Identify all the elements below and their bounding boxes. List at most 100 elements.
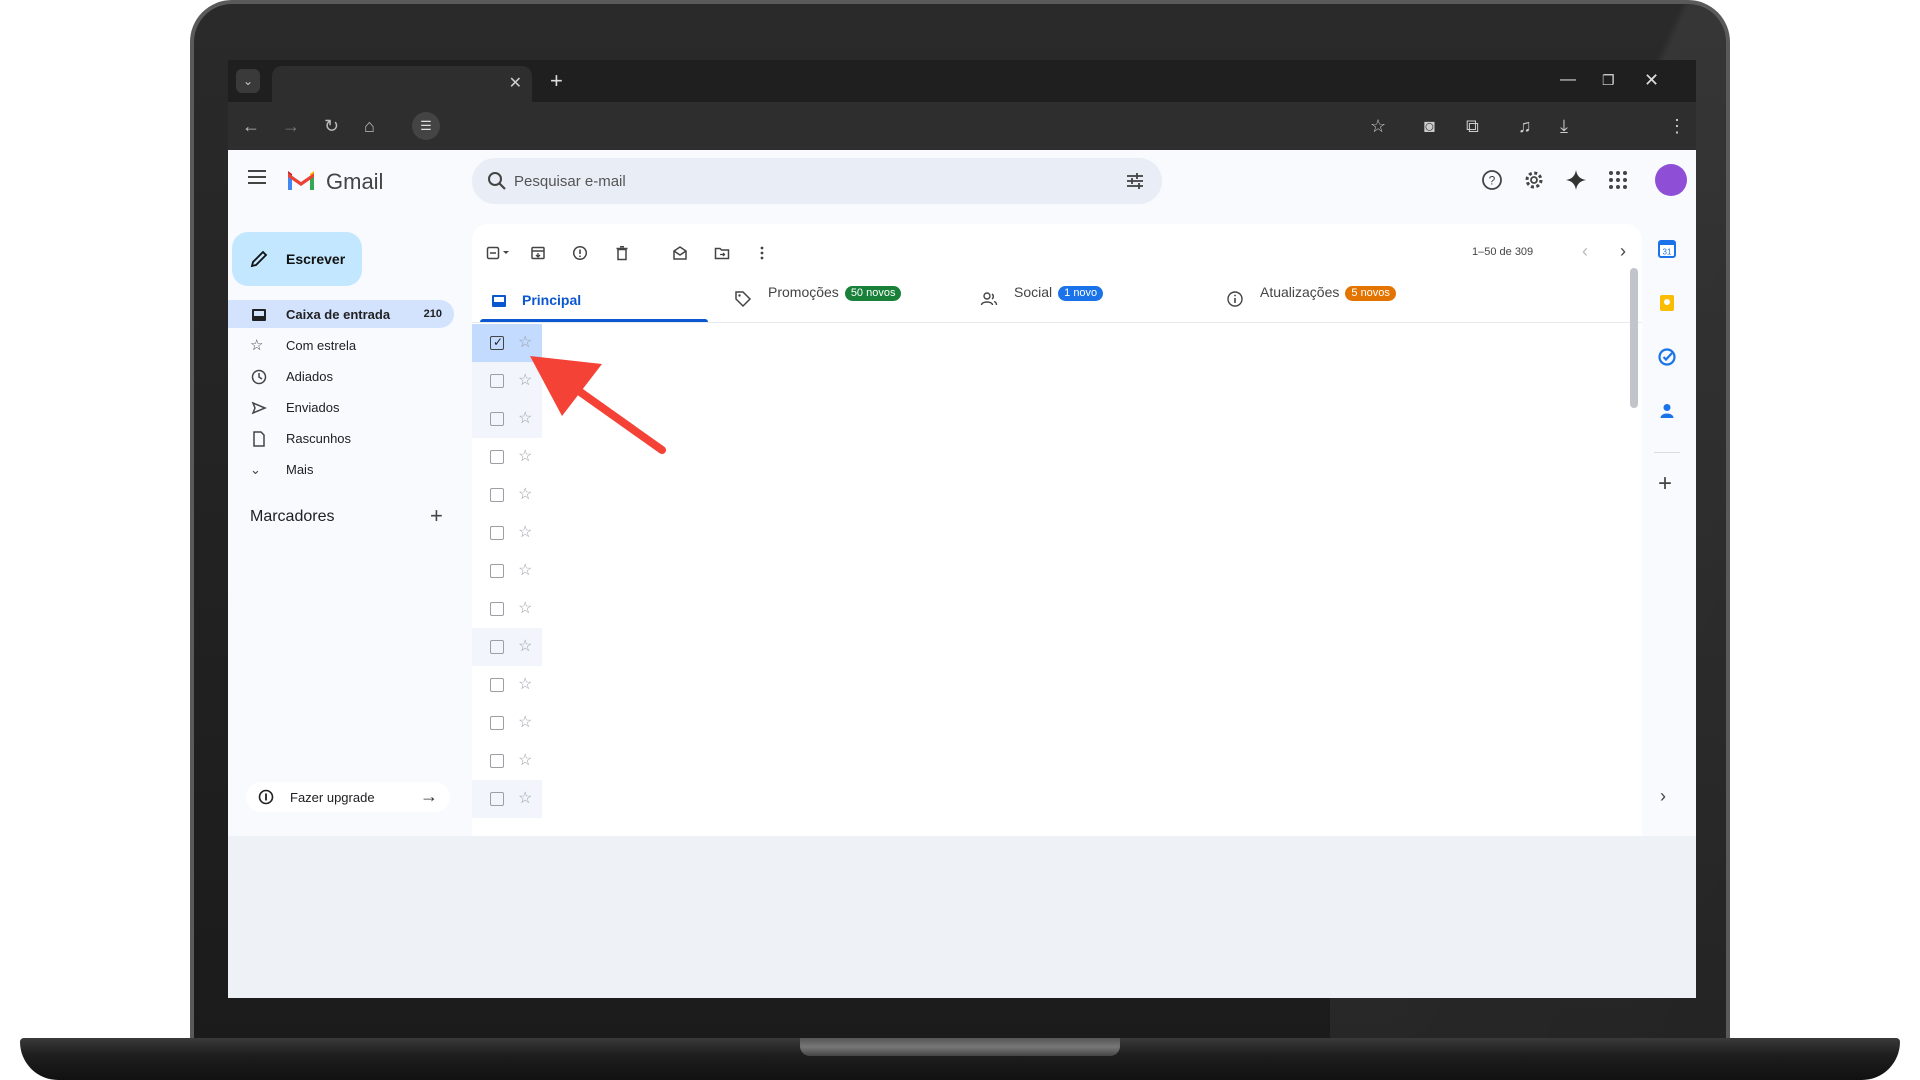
star-icon[interactable]: ☆: [518, 790, 532, 808]
row-checkbox[interactable]: [490, 374, 504, 388]
sidebar-item-snoozed[interactable]: Adiados: [228, 362, 454, 390]
home-icon[interactable]: ⌂: [364, 116, 375, 136]
settings-gear-icon[interactable]: [1522, 168, 1546, 192]
sidebar-item-drafts[interactable]: Rascunhos: [228, 424, 454, 452]
new-tab-icon[interactable]: +: [550, 69, 563, 93]
get-addons-icon[interactable]: +: [1658, 472, 1672, 496]
star-icon[interactable]: ☆: [518, 714, 532, 732]
row-checkbox[interactable]: [490, 450, 504, 464]
sidebar-item-starred[interactable]: ☆ Com estrela: [228, 331, 454, 359]
archive-icon[interactable]: [530, 245, 546, 261]
tab-atualizacoes[interactable]: Atualizações 5 novos: [1214, 270, 1474, 322]
tag-icon: [735, 291, 752, 308]
star-icon[interactable]: ☆: [518, 638, 532, 656]
chevron-left-icon[interactable]: ‹: [1582, 240, 1588, 262]
compose-button[interactable]: Escrever: [232, 232, 362, 286]
table-row[interactable]: ☆: [472, 476, 542, 514]
info-icon: [1227, 291, 1243, 307]
search-options-icon[interactable]: [1124, 170, 1146, 192]
row-checkbox[interactable]: [490, 564, 504, 578]
more-options-icon[interactable]: [754, 245, 770, 261]
forward-icon[interactable]: →: [282, 116, 300, 136]
bookmark-star-icon[interactable]: ☆: [1370, 115, 1386, 137]
row-checkbox[interactable]: [490, 640, 504, 654]
report-spam-icon[interactable]: [572, 245, 588, 261]
table-row[interactable]: ☆: [472, 628, 542, 666]
add-label-icon[interactable]: +: [430, 503, 443, 529]
row-checkbox[interactable]: [490, 602, 504, 616]
search-input[interactable]: [514, 168, 1094, 194]
row-checkbox[interactable]: [490, 412, 504, 426]
select-all-checkbox[interactable]: [486, 245, 512, 261]
compose-label: Escrever: [286, 251, 346, 267]
row-checkbox[interactable]: [490, 792, 504, 806]
table-row[interactable]: ☆: [472, 590, 542, 628]
browser-menu-icon[interactable]: ⋮: [1668, 115, 1686, 137]
camera-icon[interactable]: ◙: [1424, 115, 1435, 137]
minimize-icon[interactable]: —: [1560, 70, 1576, 90]
sidebar-item-label: Caixa de entrada: [286, 307, 391, 322]
row-checkbox[interactable]: [490, 678, 504, 692]
extensions-icon[interactable]: ⧉: [1466, 115, 1479, 137]
table-row[interactable]: ☆: [472, 514, 542, 552]
row-checkbox[interactable]: [490, 526, 504, 540]
tab-close-icon[interactable]: ✕: [509, 74, 522, 94]
tab-search-button[interactable]: ⌄: [236, 69, 260, 93]
reload-icon[interactable]: ↻: [324, 116, 339, 136]
gmail-header: Gmail ?: [228, 150, 1696, 214]
row-checkbox[interactable]: ✓: [490, 335, 504, 350]
main-menu-icon[interactable]: [248, 170, 266, 184]
upgrade-button[interactable]: Fazer upgrade →: [246, 782, 450, 812]
browser-tab-bar: ⌄ ✕ + — ❐ ✕: [228, 60, 1696, 102]
keep-icon[interactable]: [1656, 292, 1678, 314]
star-icon[interactable]: ☆: [518, 752, 532, 770]
calendar-icon[interactable]: 31: [1656, 238, 1678, 260]
tab-label: Social 1 novo: [1014, 284, 1104, 301]
inbox-icon: [252, 309, 266, 321]
table-row[interactable]: ☆: [472, 704, 542, 742]
star-icon[interactable]: ☆: [518, 486, 532, 504]
tasks-icon[interactable]: [1656, 346, 1678, 368]
sidebar-item-sent[interactable]: Enviados: [228, 393, 454, 421]
sidebar-item-inbox[interactable]: Caixa de entrada 210: [228, 300, 454, 328]
tab-social[interactable]: Social 1 novo: [968, 270, 1208, 322]
contacts-icon[interactable]: [1656, 400, 1678, 422]
chevron-right-icon[interactable]: ›: [1620, 240, 1626, 262]
delete-icon[interactable]: [614, 245, 630, 261]
page-bottom-area: [228, 836, 1696, 998]
gmail-logo-icon[interactable]: [286, 168, 316, 192]
restore-icon[interactable]: ❐: [1602, 70, 1615, 90]
mark-as-read-icon[interactable]: [672, 245, 688, 261]
annotation-arrow-icon: [530, 356, 666, 454]
star-icon[interactable]: ☆: [518, 600, 532, 618]
help-icon[interactable]: ?: [1480, 168, 1504, 192]
move-to-icon[interactable]: [714, 245, 730, 261]
row-checkbox[interactable]: [490, 488, 504, 502]
star-icon[interactable]: ☆: [518, 524, 532, 542]
browser-tab[interactable]: ✕: [272, 66, 532, 102]
search-icon[interactable]: [486, 170, 508, 192]
tab-principal[interactable]: Principal: [472, 270, 712, 322]
site-settings-icon[interactable]: ☰: [412, 112, 440, 140]
table-row[interactable]: ☆: [472, 666, 542, 704]
apps-grid-icon[interactable]: [1606, 168, 1630, 192]
star-icon[interactable]: ☆: [518, 562, 532, 580]
show-side-panel-icon[interactable]: ›: [1660, 786, 1666, 806]
gemini-sparkle-icon[interactable]: [1564, 168, 1588, 192]
scrollbar-thumb[interactable]: [1630, 268, 1638, 408]
table-row[interactable]: ☆: [472, 742, 542, 780]
row-checkbox[interactable]: [490, 716, 504, 730]
tab-promocoes[interactable]: Promoções 50 novos: [722, 270, 962, 322]
back-icon[interactable]: ←: [242, 116, 260, 136]
chevron-down-icon: ⌄: [250, 462, 261, 477]
media-icon[interactable]: ♫: [1518, 115, 1532, 137]
row-checkbox[interactable]: [490, 754, 504, 768]
table-row[interactable]: ☆: [472, 780, 542, 818]
account-avatar[interactable]: [1655, 164, 1687, 196]
sidebar-item-label: Rascunhos: [286, 431, 352, 446]
table-row[interactable]: ☆: [472, 552, 542, 590]
sidebar-item-more[interactable]: ⌄ Mais: [228, 455, 454, 483]
close-window-icon[interactable]: ✕: [1644, 70, 1659, 90]
download-icon[interactable]: ⤓: [1560, 115, 1568, 137]
star-icon[interactable]: ☆: [518, 676, 532, 694]
